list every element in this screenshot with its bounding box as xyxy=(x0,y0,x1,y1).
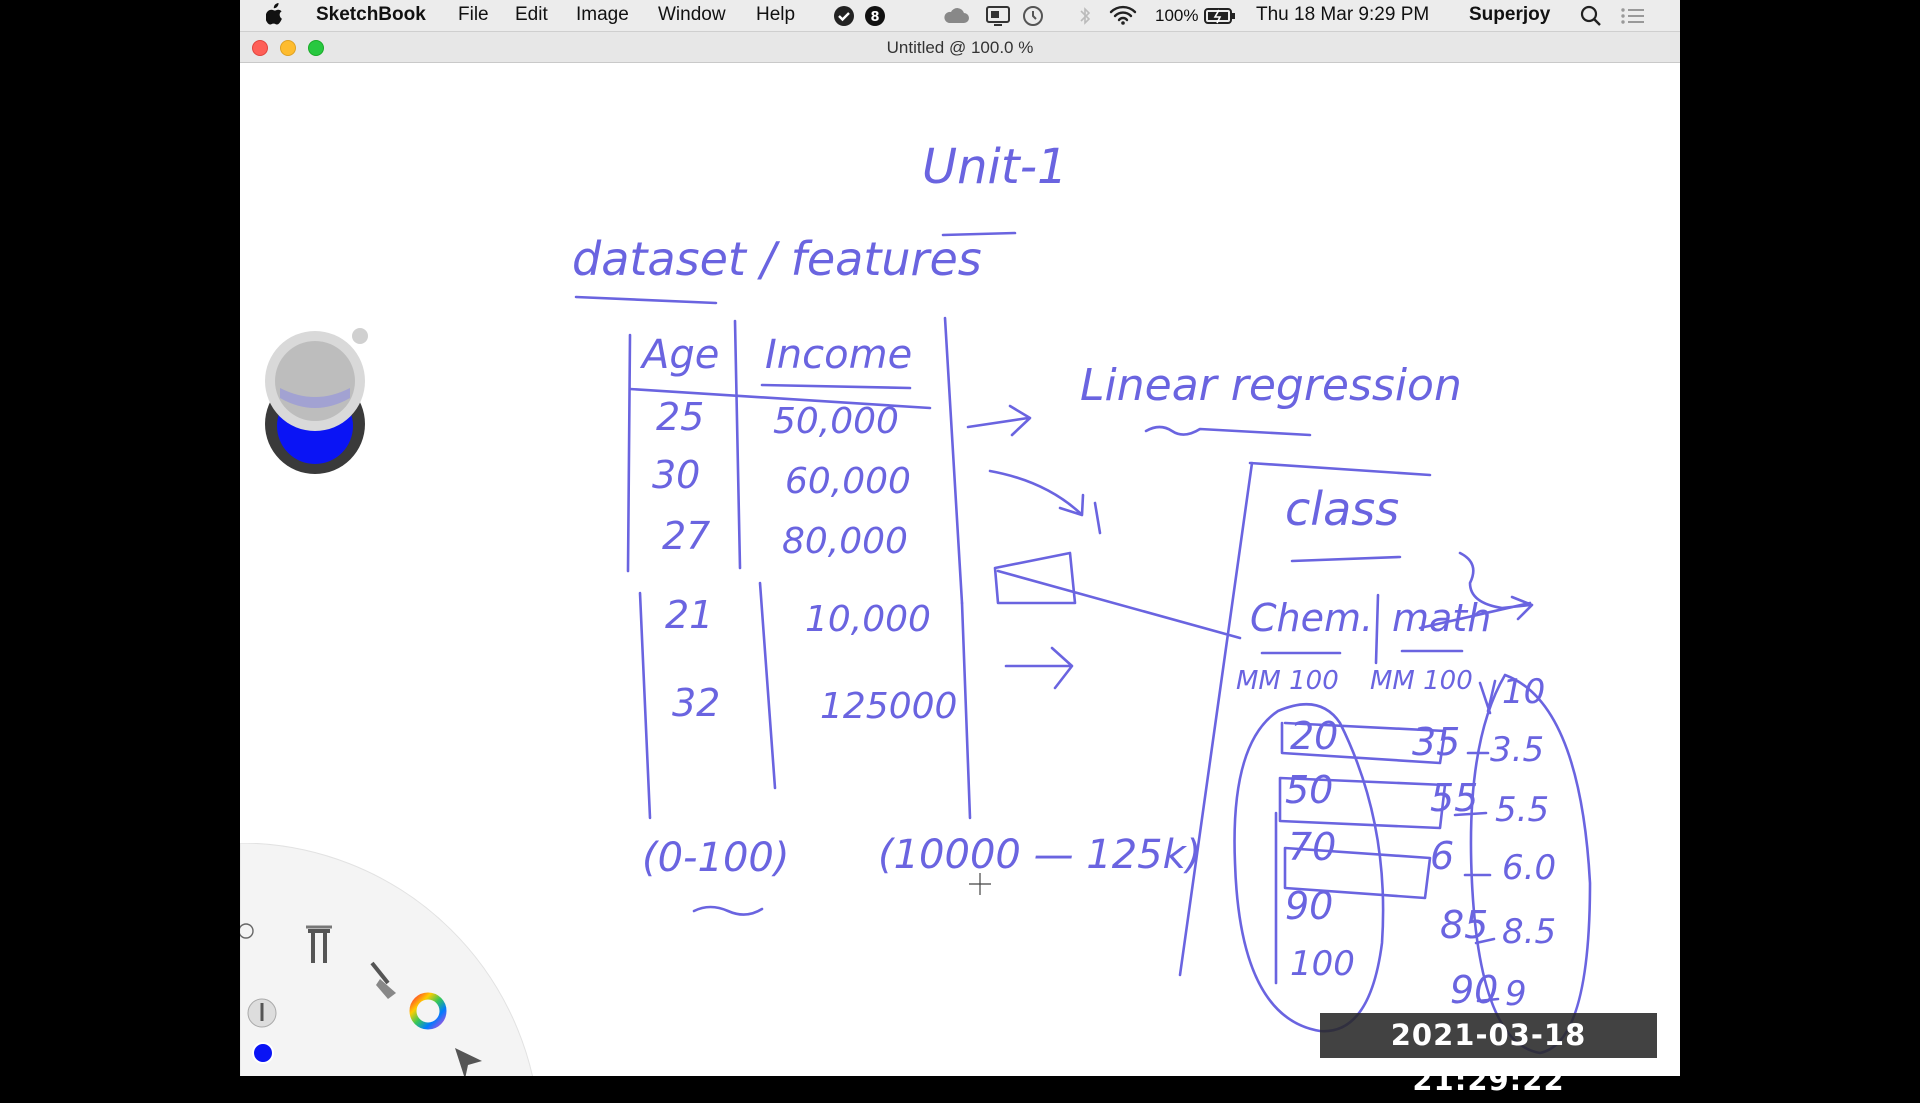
sketch-heading: dataset / features xyxy=(572,232,982,286)
menu-bar: SketchBook File Edit Image Window Help 8… xyxy=(240,0,1680,32)
scaled-value: 9 xyxy=(1505,974,1527,1014)
arrow-icon xyxy=(966,404,1032,437)
table-line xyxy=(626,333,632,573)
user-menu[interactable]: Superjoy xyxy=(1469,4,1550,26)
algorithm-label: Linear regression xyxy=(1080,360,1462,411)
age-cell: 21 xyxy=(665,593,713,637)
table-header-age: Age xyxy=(639,332,719,378)
age-cell: 30 xyxy=(652,453,700,497)
age-cell: 27 xyxy=(662,514,710,558)
income-cell: 60,000 xyxy=(785,461,911,502)
math-mark: 6 xyxy=(1430,834,1454,878)
window-title-bar[interactable]: Untitled @ 100.0 % xyxy=(240,32,1680,63)
age-range: (0-100) xyxy=(642,835,789,881)
drawing-canvas[interactable]: Unit-1 dataset / features Age Income 25 … xyxy=(240,63,1680,1076)
cloud-icon[interactable] xyxy=(942,6,970,32)
window-title: Untitled @ 100.0 % xyxy=(886,38,1034,57)
income-range: (10000 — 125k) xyxy=(878,832,1201,878)
chem-mark: 50 xyxy=(1285,768,1333,812)
table-line xyxy=(960,601,972,820)
income-cell: 10,000 xyxy=(805,599,931,640)
class-box-line xyxy=(1248,461,1432,477)
notification-center-icon[interactable] xyxy=(1620,6,1646,32)
subject-math: math xyxy=(1392,596,1491,640)
income-cell: 50,000 xyxy=(773,401,899,442)
subject-underline xyxy=(1260,649,1464,655)
bluetooth-icon[interactable] xyxy=(1078,5,1092,33)
battery-icon[interactable] xyxy=(1204,6,1236,32)
math-mark: 35 xyxy=(1412,720,1460,764)
color-puck[interactable] xyxy=(252,326,378,496)
scaled-value: 6.0 xyxy=(1502,848,1556,888)
table-line xyxy=(758,581,777,790)
pencil-preset-icon[interactable] xyxy=(247,998,277,1028)
math-mark: 90 xyxy=(1450,968,1498,1012)
menu-file[interactable]: File xyxy=(458,4,489,26)
lagoon-toolbar xyxy=(240,842,540,1076)
app-menu[interactable]: SketchBook xyxy=(316,4,426,26)
arrow-icon xyxy=(1004,646,1074,690)
subject-chem: Chem. xyxy=(1250,596,1373,640)
table-line xyxy=(760,383,912,390)
sketch-title: Unit-1 xyxy=(922,139,1068,195)
menu-window[interactable]: Window xyxy=(658,4,726,26)
math-mark: 85 xyxy=(1440,903,1488,947)
class-underline xyxy=(1290,555,1402,563)
table-line xyxy=(638,591,652,820)
recording-timestamp: 2021-03-18 21:29:22 xyxy=(1320,1013,1657,1097)
screen: SketchBook File Edit Image Window Help 8… xyxy=(240,0,1680,1076)
table-line xyxy=(943,316,964,605)
chem-mark: 70 xyxy=(1288,825,1336,869)
income-cell: 80,000 xyxy=(782,521,908,562)
chem-mark: 100 xyxy=(1290,944,1355,984)
scaled-value: 3.5 xyxy=(1490,730,1544,770)
table-header-income: Income xyxy=(765,332,912,378)
apple-icon[interactable] xyxy=(265,3,284,31)
chem-mark: 20 xyxy=(1290,714,1338,758)
subject-divider xyxy=(1374,593,1380,665)
age-cell: 25 xyxy=(656,395,704,439)
algorithm-underline xyxy=(1144,425,1312,437)
checkmark-status-icon[interactable] xyxy=(833,5,855,33)
menu-edit[interactable]: Edit xyxy=(515,4,548,26)
menu-help[interactable]: Help xyxy=(756,4,795,26)
spotlight-search-icon[interactable] xyxy=(1580,5,1602,33)
svg-text:8: 8 xyxy=(870,10,879,25)
arrow-icon xyxy=(993,551,1242,640)
scaled-value: 5.5 xyxy=(1495,790,1549,830)
mm-label-math: MM 100 xyxy=(1370,666,1473,696)
arrow-icon xyxy=(988,469,1102,535)
battery-percent[interactable]: 100% xyxy=(1155,6,1198,26)
time-machine-icon[interactable] xyxy=(1022,5,1044,33)
scaled-value: 10 xyxy=(1502,672,1545,712)
display-icon[interactable] xyxy=(985,5,1011,33)
age-range-underline xyxy=(692,905,764,916)
scaled-value: 8.5 xyxy=(1502,912,1556,952)
clock[interactable]: Thu 18 Mar 9:29 PM xyxy=(1256,4,1429,26)
menu-image[interactable]: Image xyxy=(576,4,629,26)
shield-status-icon[interactable]: 8 xyxy=(864,5,886,33)
class-label: class xyxy=(1285,482,1399,536)
table-line xyxy=(733,319,742,570)
puck-handle-icon[interactable] xyxy=(352,328,368,344)
heading-underline xyxy=(574,295,718,305)
income-cell: 125000 xyxy=(820,686,957,727)
class-box-line xyxy=(1178,461,1254,977)
age-cell: 32 xyxy=(672,681,720,725)
mm-label-chem: MM 100 xyxy=(1236,666,1339,696)
current-color-dot-icon[interactable] xyxy=(252,1042,274,1064)
wifi-icon[interactable] xyxy=(1108,4,1138,32)
